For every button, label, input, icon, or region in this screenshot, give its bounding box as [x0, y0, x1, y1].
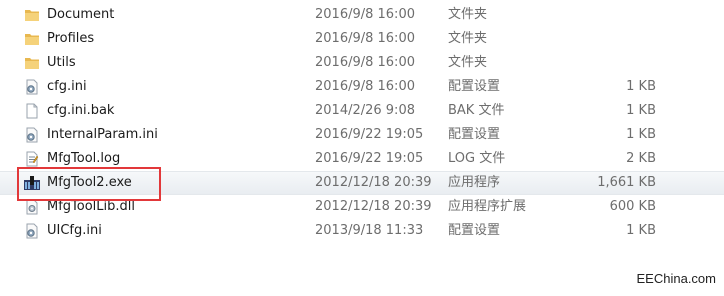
file-date: 2014/2/26 9:08 — [315, 103, 415, 118]
file-date: 2016/9/8 16:00 — [315, 7, 415, 22]
folder-icon — [24, 51, 40, 75]
watermark: EEChina.com — [636, 271, 716, 286]
file-size: 600 KB — [609, 199, 656, 214]
settings-file-icon — [24, 219, 40, 243]
file-size: 1 KB — [626, 103, 656, 118]
file-name: InternalParam.ini — [47, 127, 158, 142]
file-type: 配置设置 — [448, 79, 501, 94]
file-name: Document — [47, 7, 115, 22]
file-type: 配置设置 — [448, 127, 501, 142]
file-size: 1 KB — [626, 79, 656, 94]
highlight-box — [17, 167, 161, 201]
settings-file-icon — [24, 123, 40, 147]
file-size: 1 KB — [626, 127, 656, 142]
folder-icon — [24, 27, 40, 51]
file-date: 2012/12/18 20:39 — [315, 199, 432, 214]
file-date: 2013/9/18 11:33 — [315, 223, 424, 238]
file-row-internalparam-ini[interactable]: InternalParam.ini 2016/9/22 19:05 配置设置 1… — [0, 123, 724, 147]
file-size: 1,661 KB — [597, 175, 656, 190]
file-row-document[interactable]: Document 2016/9/8 16:00 文件夹 — [0, 3, 724, 27]
folder-icon — [24, 3, 40, 27]
file-row-profiles[interactable]: Profiles 2016/9/8 16:00 文件夹 — [0, 27, 724, 51]
file-date: 2016/9/22 19:05 — [315, 127, 424, 142]
file-type: 文件夹 — [448, 31, 488, 46]
file-type: BAK 文件 — [448, 103, 505, 118]
file-size: 1 KB — [626, 223, 656, 238]
file-type: 文件夹 — [448, 7, 488, 22]
file-row-uicfg-ini[interactable]: UICfg.ini 2013/9/18 11:33 配置设置 1 KB — [0, 219, 724, 243]
file-name: cfg.ini — [47, 79, 87, 94]
settings-file-icon — [24, 75, 40, 99]
file-date: 2016/9/8 16:00 — [315, 55, 415, 70]
file-list: Document 2016/9/8 16:00 文件夹 Profiles 201… — [0, 3, 724, 243]
file-size: 2 KB — [626, 151, 656, 166]
file-type: 应用程序扩展 — [448, 199, 527, 214]
file-name: cfg.ini.bak — [47, 103, 115, 118]
file-type: 文件夹 — [448, 55, 488, 70]
file-name: Profiles — [47, 31, 95, 46]
file-row-cfg-ini-bak[interactable]: cfg.ini.bak 2014/2/26 9:08 BAK 文件 1 KB — [0, 99, 724, 123]
file-date: 2016/9/8 16:00 — [315, 79, 415, 94]
file-type: 应用程序 — [448, 175, 501, 190]
file-type: LOG 文件 — [448, 151, 506, 166]
file-name: UICfg.ini — [47, 223, 102, 238]
file-type: 配置设置 — [448, 223, 501, 238]
file-date: 2016/9/22 19:05 — [315, 151, 424, 166]
blank-file-icon — [24, 99, 40, 123]
file-date: 2016/9/8 16:00 — [315, 31, 415, 46]
file-date: 2012/12/18 20:39 — [315, 175, 432, 190]
file-name: Utils — [47, 55, 76, 70]
file-row-utils[interactable]: Utils 2016/9/8 16:00 文件夹 — [0, 51, 724, 75]
file-row-cfg-ini[interactable]: cfg.ini 2016/9/8 16:00 配置设置 1 KB — [0, 75, 724, 99]
